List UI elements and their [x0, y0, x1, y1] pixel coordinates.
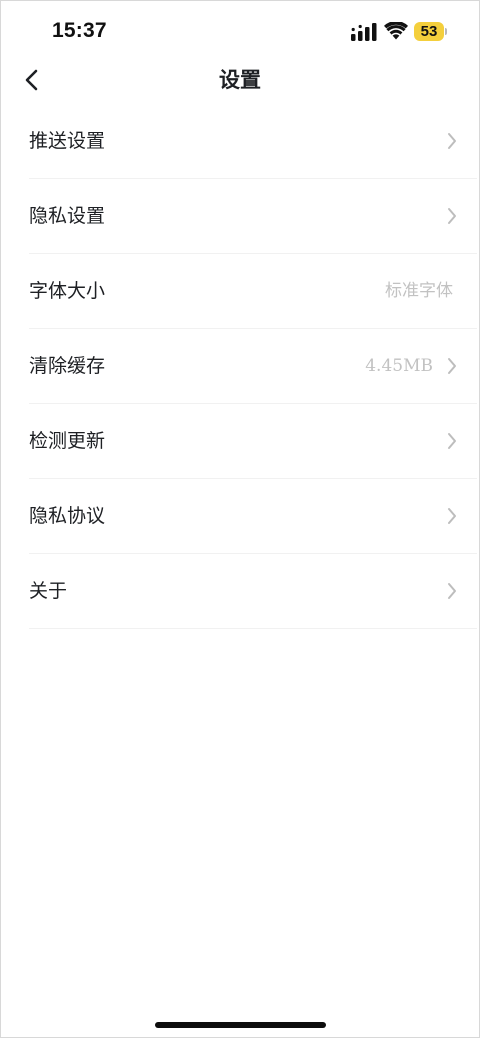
- chevron-right-icon: [448, 358, 456, 374]
- settings-item-label: 字体大小: [29, 280, 106, 302]
- back-button[interactable]: [18, 64, 50, 96]
- font-size-value: 标准字体: [385, 281, 453, 301]
- navigation-bar: 设置: [0, 58, 480, 102]
- settings-item-privacy-policy[interactable]: 隐私协议: [29, 479, 477, 554]
- chevron-right-icon: [448, 508, 456, 524]
- settings-item-push-settings[interactable]: 推送设置: [29, 104, 477, 179]
- status-bar: 15:37 53: [0, 0, 480, 62]
- settings-item-privacy-settings[interactable]: 隐私设置: [29, 179, 477, 254]
- wifi-icon: [384, 22, 408, 40]
- settings-item-label: 清除缓存: [29, 355, 106, 377]
- chevron-right-icon: [448, 208, 456, 224]
- settings-item-label: 检测更新: [29, 430, 106, 452]
- settings-list: 推送设置 隐私设置 字体大小 标准字体 清除缓存 4.45MB 检测更新 隐私协…: [0, 104, 480, 629]
- page-title: 设置: [219, 68, 261, 92]
- chevron-right-icon: [448, 583, 456, 599]
- settings-item-about[interactable]: 关于: [29, 554, 477, 629]
- home-indicator[interactable]: [155, 1022, 326, 1028]
- settings-item-check-update[interactable]: 检测更新: [29, 404, 477, 479]
- cellular-signal-icon: [351, 23, 377, 41]
- settings-item-label: 隐私协议: [29, 505, 106, 527]
- settings-item-font-size[interactable]: 字体大小 标准字体: [29, 254, 477, 329]
- settings-item-label: 隐私设置: [29, 205, 106, 227]
- settings-item-clear-cache[interactable]: 清除缓存 4.45MB: [29, 329, 477, 404]
- battery-icon: 53: [414, 22, 444, 41]
- settings-item-label: 推送设置: [29, 130, 106, 152]
- battery-level: 53: [420, 23, 438, 40]
- status-time: 15:37: [52, 19, 107, 42]
- battery-nub: [445, 28, 447, 35]
- cache-size-value: 4.45MB: [365, 356, 433, 376]
- chevron-right-icon: [448, 133, 456, 149]
- chevron-right-icon: [448, 433, 456, 449]
- chevron-left-icon: [25, 69, 38, 91]
- settings-item-label: 关于: [29, 580, 68, 602]
